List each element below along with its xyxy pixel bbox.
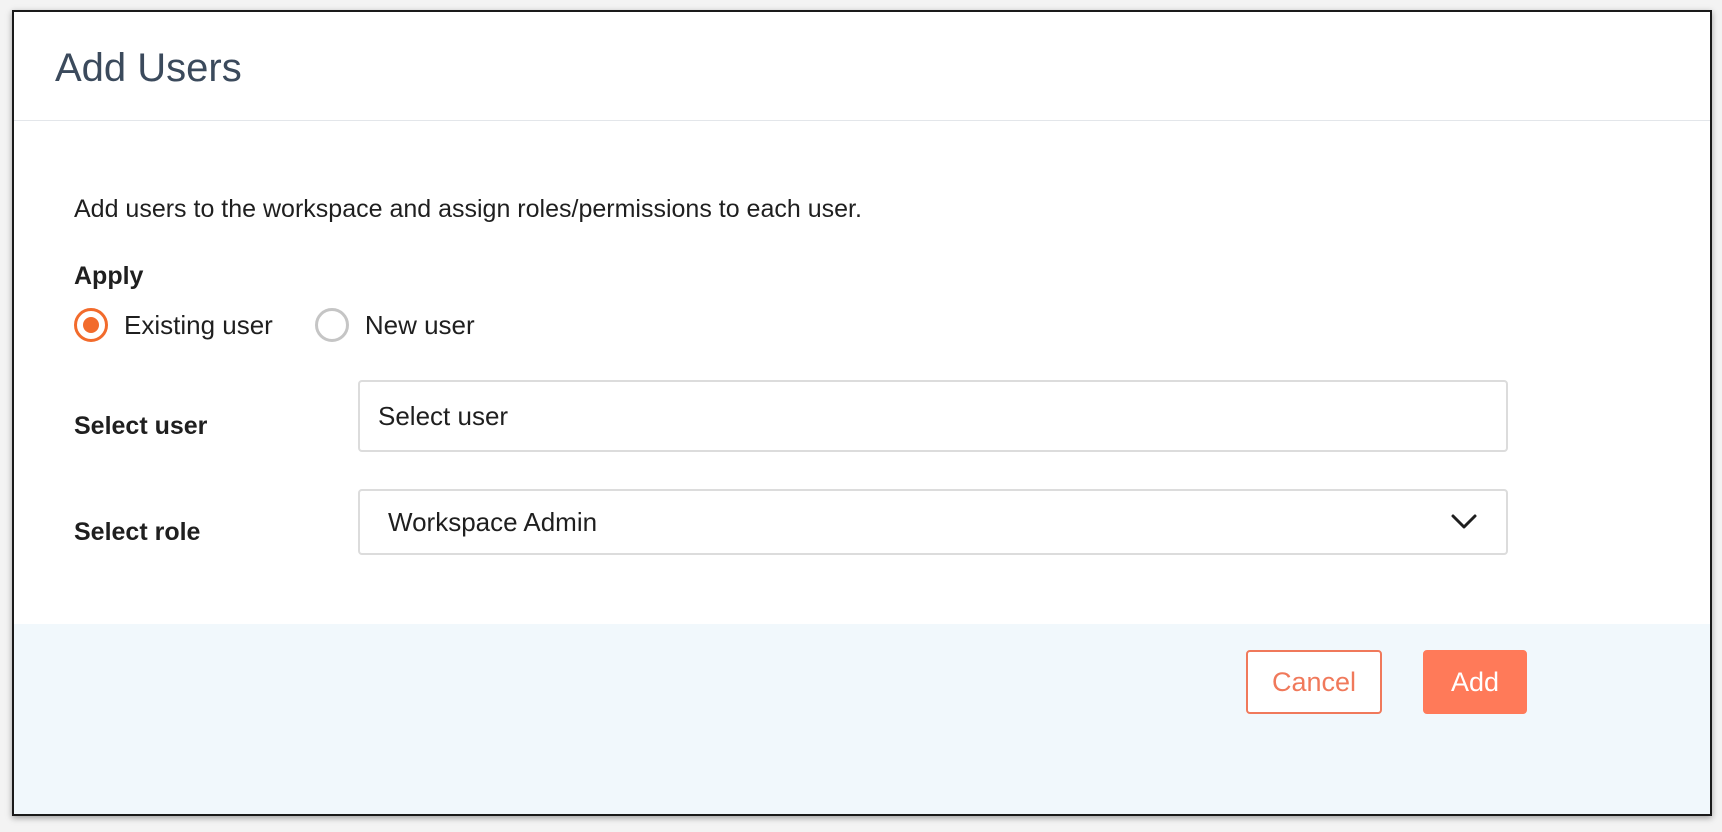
select-user-input[interactable] xyxy=(358,380,1508,452)
radio-new-user-label: New user xyxy=(364,309,475,340)
add-button[interactable]: Add xyxy=(1423,650,1527,714)
select-role-label: Select role xyxy=(74,518,201,546)
radio-existing-user[interactable]: Existing user xyxy=(74,308,273,342)
dialog-footer: Cancel Add xyxy=(14,624,1710,814)
select-role-value: Workspace Admin xyxy=(388,506,598,537)
user-type-radio-group: Existing user New user xyxy=(74,301,517,349)
add-users-dialog: Add Users Add users to the workspace and… xyxy=(12,10,1712,816)
select-user-label: Select user xyxy=(74,412,208,440)
dialog-body: Add users to the workspace and assign ro… xyxy=(14,121,1710,701)
dialog-title: Add Users xyxy=(55,46,242,90)
radio-unchecked-icon[interactable] xyxy=(314,308,349,342)
radio-new-user[interactable]: New user xyxy=(314,308,475,342)
cancel-button[interactable]: Cancel xyxy=(1246,650,1382,714)
select-role-dropdown[interactable]: Workspace Admin xyxy=(358,489,1508,555)
chevron-down-icon[interactable] xyxy=(1450,513,1478,531)
dialog-header: Add Users xyxy=(14,12,1710,121)
radio-checked-icon[interactable] xyxy=(74,308,108,342)
dialog-description: Add users to the workspace and assign ro… xyxy=(74,195,862,223)
apply-label: Apply xyxy=(74,262,144,290)
radio-existing-user-label: Existing user xyxy=(124,309,273,340)
